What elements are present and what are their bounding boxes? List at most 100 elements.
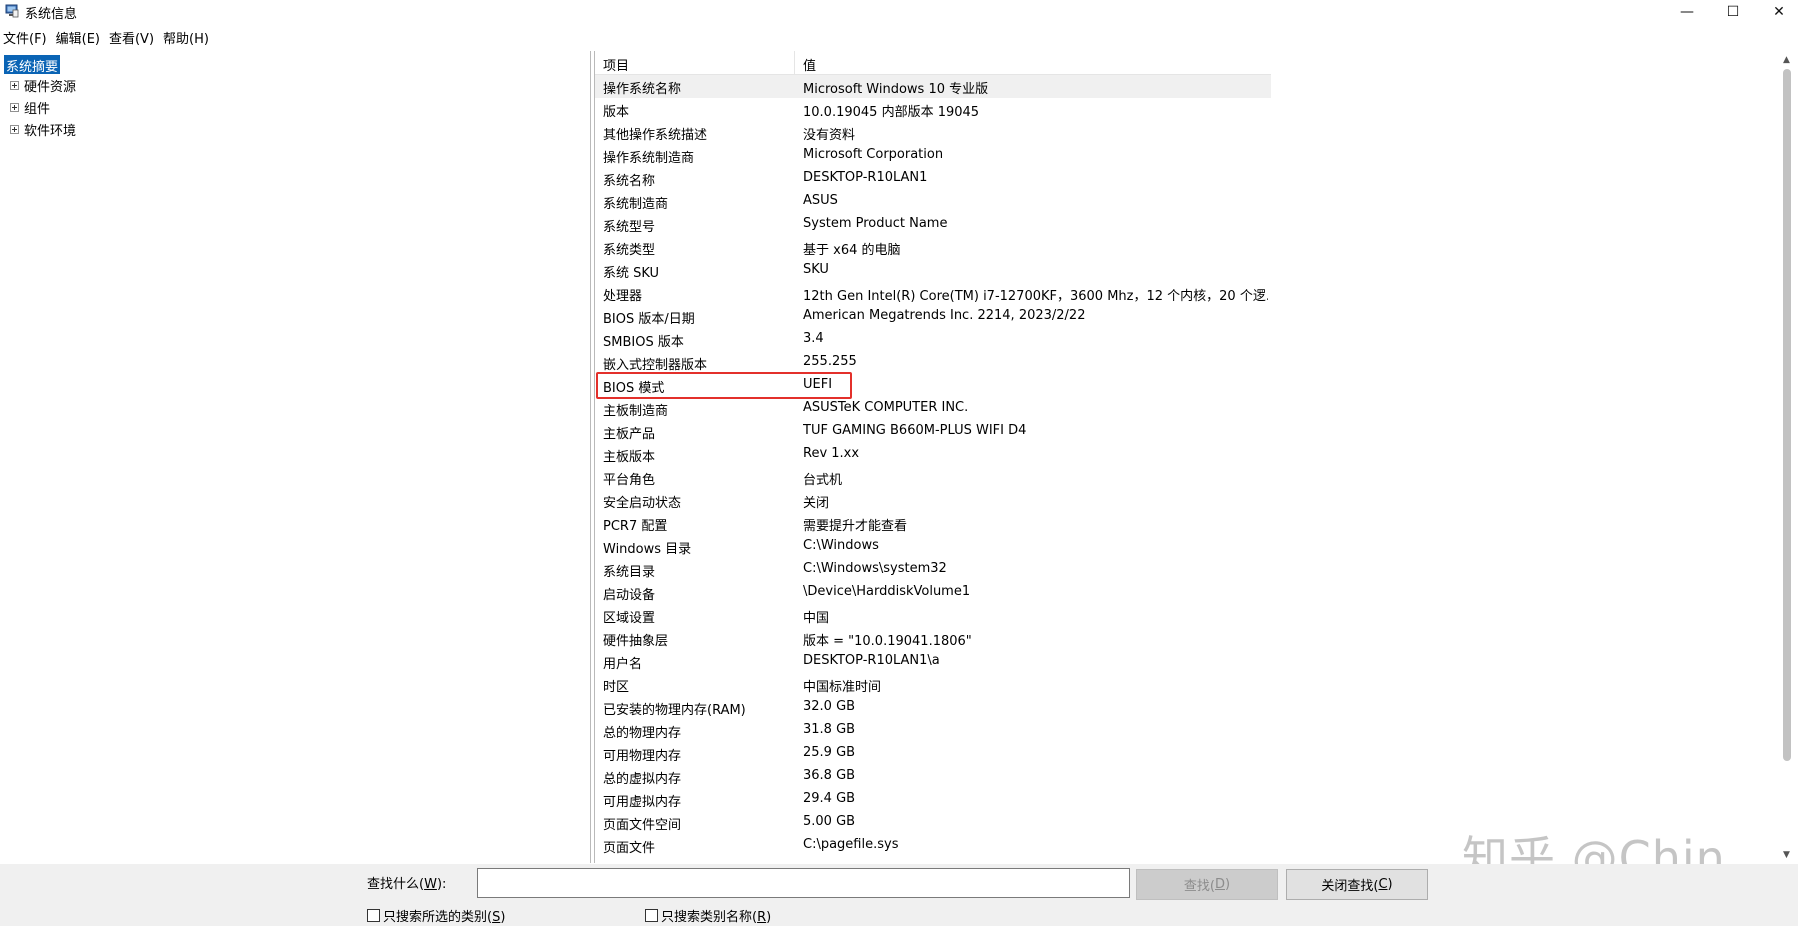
row-item-label: 系统制造商 bbox=[603, 197, 669, 212]
table-row[interactable]: 系统名称 DESKTOP-R10LAN1 bbox=[595, 167, 1271, 190]
system-information-icon bbox=[5, 4, 19, 18]
menu-bar: 文件(F) 编辑(E) 查看(V) 帮助(H) bbox=[0, 25, 215, 47]
table-row[interactable]: 系统目录 C:\Windows\system32 bbox=[595, 558, 1271, 581]
table-row[interactable]: 页面文件 C:\pagefile.sys bbox=[595, 834, 1271, 857]
table-row[interactable]: 版本 10.0.19045 内部版本 19045 bbox=[595, 98, 1271, 121]
scroll-down-arrow-icon[interactable]: ▼ bbox=[1778, 846, 1795, 863]
row-item-label: 安全启动状态 bbox=[603, 496, 682, 511]
details-list[interactable]: 项目 值 操作系统名称 Microsoft Windows 10 专业版版本 10.… bbox=[594, 51, 1798, 863]
table-row[interactable]: 嵌入式控制器版本 255.255 bbox=[595, 351, 1271, 374]
row-value: 版本 = "10.0.19041.1806" bbox=[803, 634, 972, 649]
row-item-label: 时区 bbox=[603, 680, 630, 695]
row-value: TUF GAMING B660M-PLUS WIFI D4 bbox=[803, 423, 1027, 438]
tree-item-hardware-resources[interactable]: 硬件资源 bbox=[10, 75, 76, 95]
find-button[interactable]: 查找(D) bbox=[1136, 869, 1278, 900]
table-row[interactable]: 主板产品 TUF GAMING B660M-PLUS WIFI D4 bbox=[595, 420, 1271, 443]
row-value: 255.255 bbox=[803, 354, 857, 369]
row-value: 中国标准时间 bbox=[803, 680, 882, 695]
row-value: ASUSTeK COMPUTER INC. bbox=[803, 400, 969, 415]
checkbox-icon[interactable] bbox=[367, 909, 380, 922]
tree-item-components[interactable]: 组件 bbox=[10, 97, 50, 117]
menu-edit[interactable]: 编辑(E) bbox=[53, 25, 106, 47]
table-row[interactable]: 可用虚拟内存 29.4 GB bbox=[595, 788, 1271, 811]
row-item-label: 版本 bbox=[603, 105, 630, 120]
table-row[interactable]: 主板制造商 ASUSTeK COMPUTER INC. bbox=[595, 397, 1271, 420]
tree-item-system-summary[interactable]: 系统摘要 bbox=[2, 54, 62, 75]
row-value: 10.0.19045 内部版本 19045 bbox=[803, 105, 980, 120]
table-row[interactable]: 系统制造商 ASUS bbox=[595, 190, 1271, 213]
table-row[interactable]: SMBIOS 版本 3.4 bbox=[595, 328, 1271, 351]
table-row[interactable]: 总的物理内存 31.8 GB bbox=[595, 719, 1271, 742]
table-row[interactable]: 系统类型 基于 x64 的电脑 bbox=[595, 236, 1271, 259]
row-value: 基于 x64 的电脑 bbox=[803, 243, 901, 258]
title-bar: 系统信息 — ☐ ✕ bbox=[0, 0, 1798, 24]
row-item-label: 总的物理内存 bbox=[603, 726, 682, 741]
table-row[interactable]: 可用物理内存 25.9 GB bbox=[595, 742, 1271, 765]
table-row[interactable]: 用户名 DESKTOP-R10LAN1\a bbox=[595, 650, 1271, 673]
table-row[interactable]: 总的虚拟内存 36.8 GB bbox=[595, 765, 1271, 788]
row-value: \Device\HarddiskVolume1 bbox=[803, 584, 971, 599]
row-item-label: 处理器 bbox=[603, 289, 643, 304]
tree-item-software-environment[interactable]: 软件环境 bbox=[10, 119, 76, 139]
table-row[interactable]: Windows 目录 C:\Windows bbox=[595, 535, 1271, 558]
row-value: 3.4 bbox=[803, 331, 824, 346]
row-item-label: 已安装的物理内存(RAM) bbox=[603, 703, 746, 718]
search-selected-category-checkbox[interactable]: 只搜索所选的类别(S) bbox=[367, 906, 505, 925]
close-find-button[interactable]: 关闭查找(C) bbox=[1286, 869, 1428, 900]
minimize-button[interactable]: — bbox=[1664, 0, 1710, 24]
row-item-label: 其他操作系统描述 bbox=[603, 128, 708, 143]
row-item-label: 硬件抽象层 bbox=[603, 634, 669, 649]
row-value: 台式机 bbox=[803, 473, 843, 488]
row-value: American Megatrends Inc. 2214, 2023/2/22 bbox=[803, 308, 1086, 323]
table-row[interactable]: 区域设置 中国 bbox=[595, 604, 1271, 627]
table-row[interactable]: 其他操作系统描述 没有资料 bbox=[595, 121, 1271, 144]
table-row[interactable]: BIOS 版本/日期 American Megatrends Inc. 2214,… bbox=[595, 305, 1271, 328]
table-row[interactable]: 系统 SKU SKU bbox=[595, 259, 1271, 282]
row-value: 31.8 GB bbox=[803, 722, 856, 737]
table-row[interactable]: 硬件抽象层 版本 = "10.0.19041.1806" bbox=[595, 627, 1271, 650]
column-header-value[interactable]: 值 bbox=[795, 51, 1271, 75]
row-value: 12th Gen Intel(R) Core(TM) i7-12700KF，36… bbox=[803, 289, 1268, 304]
scroll-thumb[interactable] bbox=[1783, 69, 1791, 761]
table-row[interactable]: 安全启动状态 关闭 bbox=[595, 489, 1271, 512]
row-item-label: 主板版本 bbox=[603, 450, 656, 465]
window-title: 系统信息 bbox=[25, 7, 78, 22]
table-row[interactable]: 主板版本 Rev 1.xx bbox=[595, 443, 1271, 466]
find-input[interactable] bbox=[477, 868, 1130, 898]
row-item-label: 可用虚拟内存 bbox=[603, 795, 682, 810]
row-value: 5.00 GB bbox=[803, 814, 856, 829]
row-value: 29.4 GB bbox=[803, 791, 856, 806]
expand-icon[interactable] bbox=[10, 80, 19, 90]
row-item-label: 总的虚拟内存 bbox=[603, 772, 682, 787]
expand-icon[interactable] bbox=[10, 124, 19, 134]
checkbox-icon[interactable] bbox=[645, 909, 658, 922]
table-row[interactable]: 时区 中国标准时间 bbox=[595, 673, 1271, 696]
table-row[interactable]: 系统型号 System Product Name bbox=[595, 213, 1271, 236]
row-item-label: 可用物理内存 bbox=[603, 749, 682, 764]
tree-item-label: 软件环境 bbox=[24, 123, 77, 139]
table-row[interactable]: 页面文件空间 5.00 GB bbox=[595, 811, 1271, 834]
table-row[interactable]: 平台角色 台式机 bbox=[595, 466, 1271, 489]
close-button[interactable]: ✕ bbox=[1756, 0, 1798, 24]
menu-file[interactable]: 文件(F) bbox=[0, 25, 53, 47]
list-header: 项目 值 bbox=[595, 51, 1271, 75]
row-value: C:\pagefile.sys bbox=[803, 837, 899, 852]
category-tree[interactable]: 系统摘要 硬件资源 组件 软件环境 bbox=[0, 51, 591, 863]
row-item-label: PCR7 配置 bbox=[603, 519, 668, 534]
table-row[interactable]: 已安装的物理内存(RAM) 32.0 GB bbox=[595, 696, 1271, 719]
menu-help[interactable]: 帮助(H) bbox=[160, 25, 215, 47]
table-row[interactable]: PCR7 配置 需要提升才能查看 bbox=[595, 512, 1271, 535]
maximize-button[interactable]: ☐ bbox=[1710, 0, 1756, 24]
table-row[interactable]: 启动设备 \Device\HarddiskVolume1 bbox=[595, 581, 1271, 604]
scroll-up-arrow-icon[interactable]: ▲ bbox=[1778, 51, 1795, 68]
vertical-scrollbar[interactable]: ▲ ▼ bbox=[1778, 51, 1795, 863]
table-row[interactable]: 处理器 12th Gen Intel(R) Core(TM) i7-12700KF… bbox=[595, 282, 1271, 305]
expand-icon[interactable] bbox=[10, 102, 19, 112]
menu-view[interactable]: 查看(V) bbox=[106, 25, 160, 47]
table-row[interactable]: 操作系统制造商 Microsoft Corporation bbox=[595, 144, 1271, 167]
row-value: Rev 1.xx bbox=[803, 446, 860, 461]
column-header-item[interactable]: 项目 bbox=[595, 51, 795, 75]
row-value: C:\Windows\system32 bbox=[803, 561, 947, 576]
table-row[interactable]: 操作系统名称 Microsoft Windows 10 专业版 bbox=[595, 75, 1271, 98]
search-category-names-checkbox[interactable]: 只搜索类别名称(R) bbox=[645, 906, 771, 925]
